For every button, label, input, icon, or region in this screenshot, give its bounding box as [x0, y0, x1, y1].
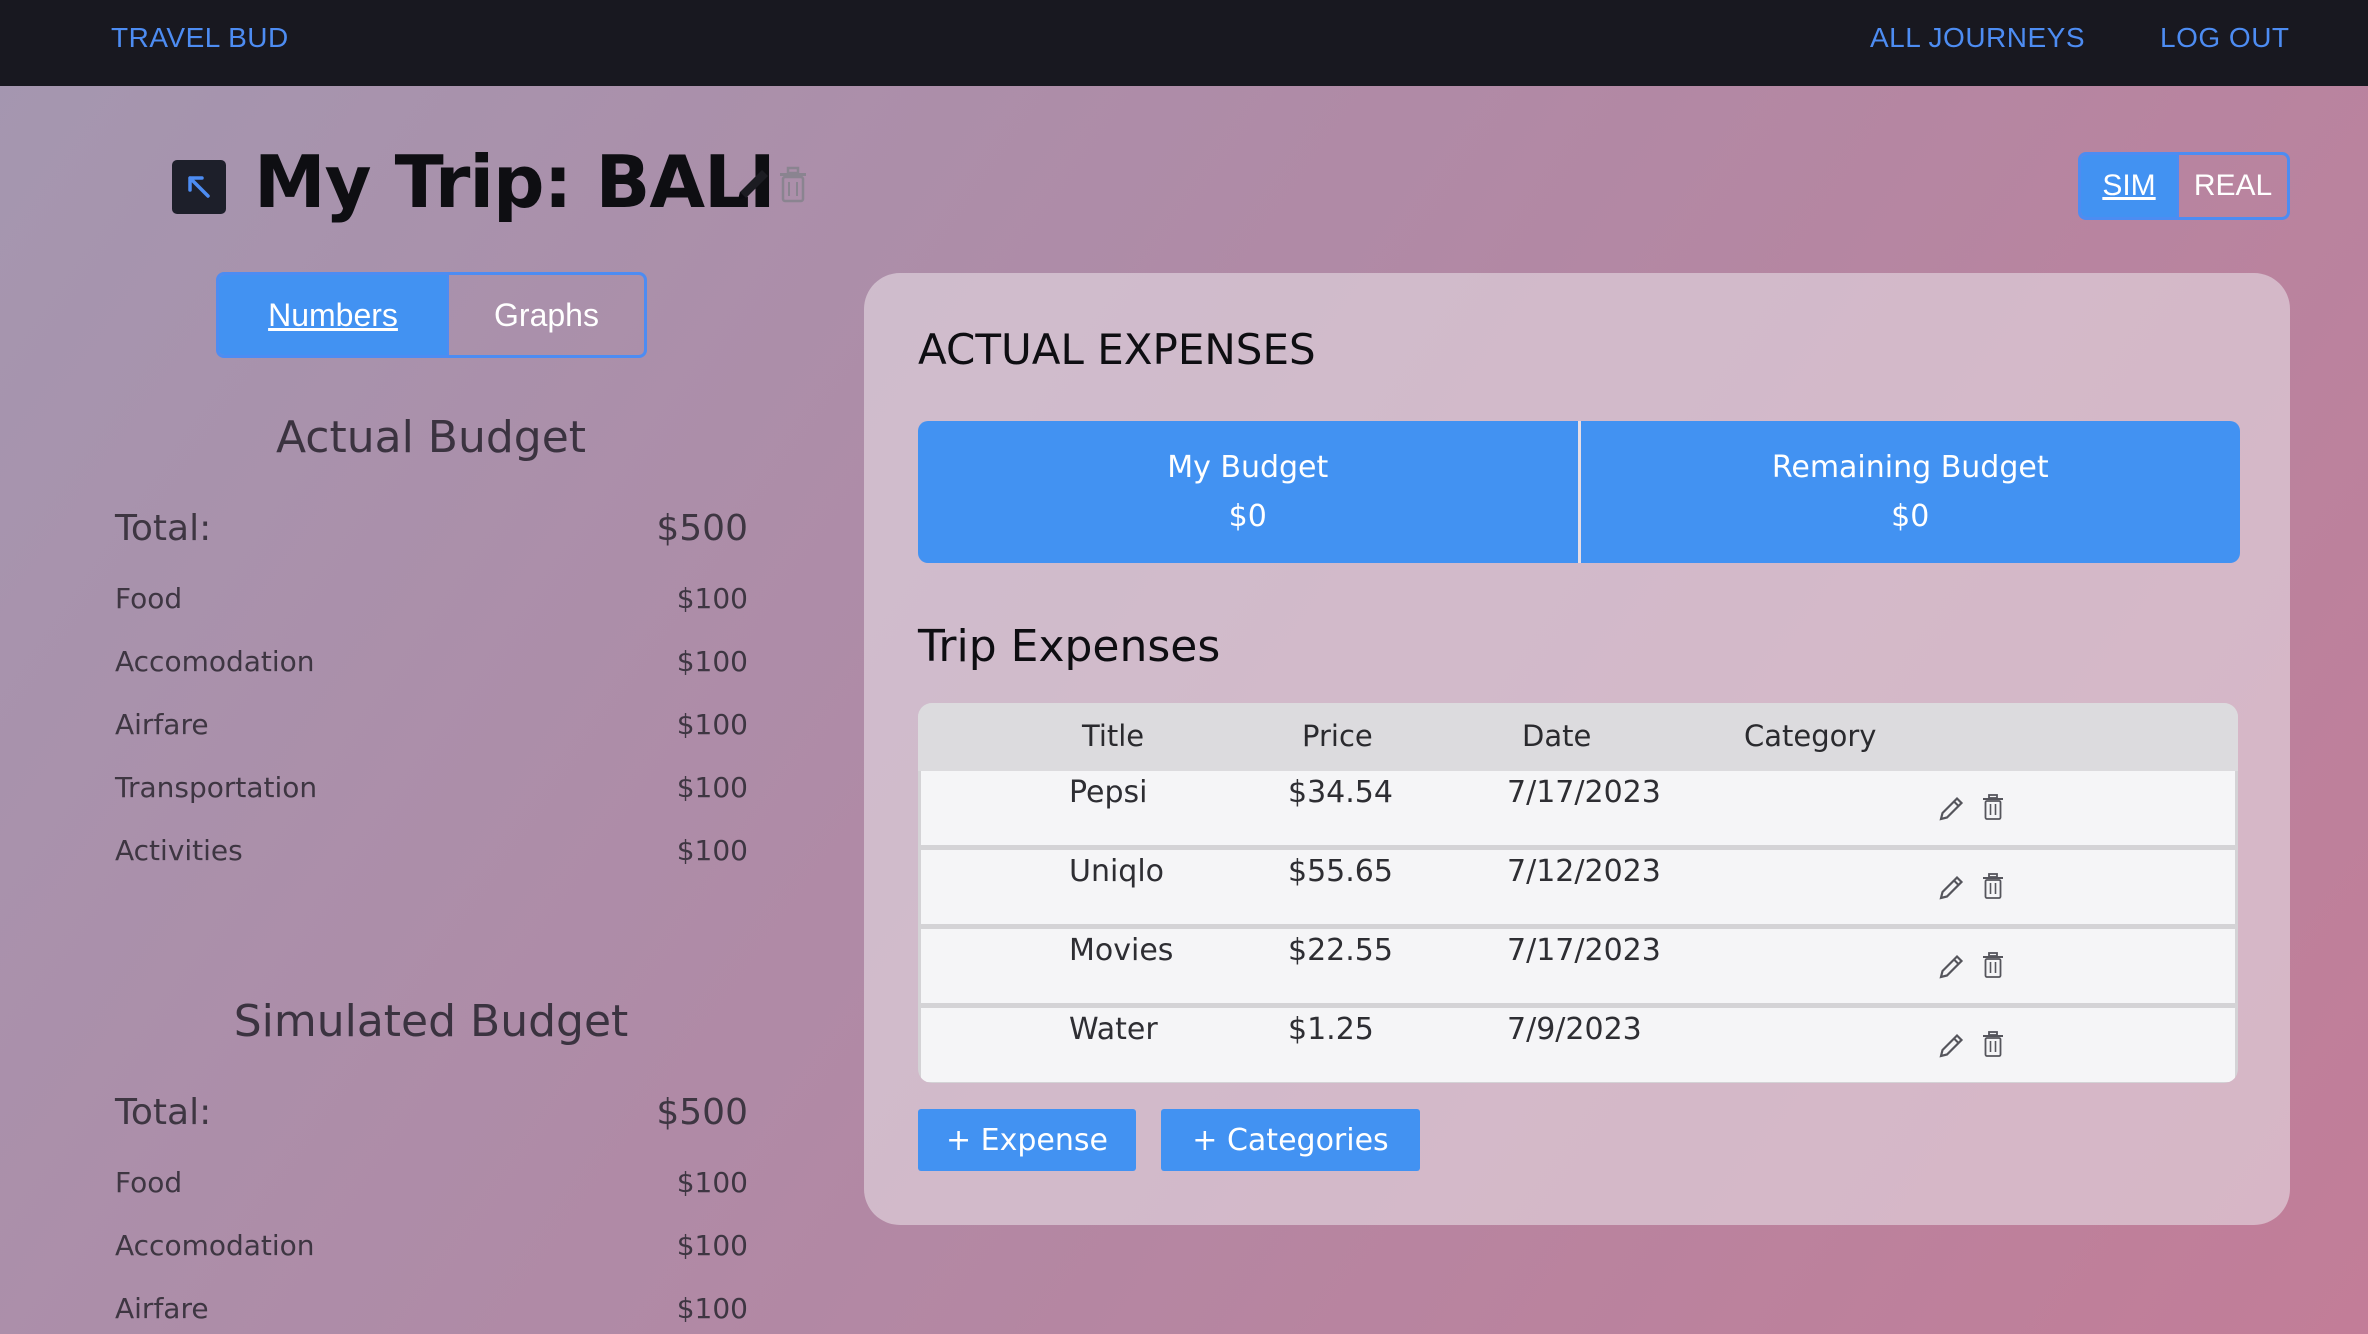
budget-row-value: $100 — [676, 834, 748, 867]
budget-row: Accomodation $100 — [115, 645, 748, 678]
expense-date: 7/17/2023 — [1507, 933, 1661, 968]
sim-toggle-button[interactable]: SIM — [2081, 155, 2179, 217]
table-row: Water $1.25 7/9/2023 — [921, 1008, 2235, 1082]
budget-row-value: $100 — [676, 582, 748, 615]
expense-title: Water — [1069, 1012, 1158, 1047]
budget-row-label: Accomodation — [115, 1229, 315, 1262]
graphs-toggle-button[interactable]: Graphs — [449, 275, 644, 355]
my-budget-card: My Budget $0 — [918, 421, 1581, 563]
expense-date: 7/9/2023 — [1507, 1012, 1642, 1047]
page-title: My Trip: BALI — [254, 140, 776, 224]
brand-link[interactable]: TRAVEL BUD — [111, 22, 289, 54]
budget-row: Food $100 — [115, 582, 748, 615]
column-header-price: Price — [1302, 719, 1373, 753]
trip-expenses-title: Trip Expenses — [918, 621, 1221, 672]
budget-total-value: $500 — [656, 1092, 748, 1133]
expense-title: Movies — [1069, 933, 1174, 968]
expense-date: 7/17/2023 — [1507, 775, 1661, 810]
budget-row-label: Transportation — [115, 771, 318, 804]
expense-date: 7/12/2023 — [1507, 854, 1661, 889]
budget-summary: My Budget $0 Remaining Budget $0 — [918, 421, 2240, 563]
budget-row-value: $100 — [676, 1229, 748, 1262]
budget-row: Accomodation $100 — [115, 1229, 748, 1262]
trash-icon[interactable] — [1981, 872, 2005, 900]
view-toggle: Numbers Graphs — [216, 272, 647, 358]
column-header-category: Category — [1744, 719, 1877, 753]
pencil-icon[interactable] — [1937, 793, 1967, 823]
arrow-up-left-icon — [188, 176, 210, 198]
budget-row: Transportation $100 — [115, 771, 748, 804]
table-row: Uniqlo $55.65 7/12/2023 — [921, 850, 2235, 924]
remaining-budget-value: $0 — [1891, 499, 1930, 534]
budget-row-label: Activities — [115, 834, 243, 867]
table-row: Movies $22.55 7/17/2023 — [921, 929, 2235, 1003]
expense-title: Uniqlo — [1069, 854, 1165, 889]
expense-title: Pepsi — [1069, 775, 1148, 810]
remaining-budget-label: Remaining Budget — [1771, 450, 2049, 485]
numbers-toggle-button[interactable]: Numbers — [219, 275, 449, 355]
budget-total-label: Total: — [115, 508, 212, 549]
budget-row-value: $100 — [676, 645, 748, 678]
my-budget-label: My Budget — [1167, 450, 1329, 485]
pencil-icon[interactable] — [732, 162, 776, 206]
budget-row-value: $100 — [676, 1166, 748, 1199]
column-header-date: Date — [1522, 719, 1592, 753]
trash-icon[interactable] — [1981, 951, 2005, 979]
budget-row-label: Airfare — [115, 1292, 209, 1325]
budget-row: Food $100 — [115, 1166, 748, 1199]
actual-budget-heading: Actual Budget — [275, 412, 587, 463]
log-out-link[interactable]: LOG OUT — [2160, 22, 2290, 54]
budget-row: Airfare $100 — [115, 708, 748, 741]
simulated-budget-total-row: Total: $500 — [115, 1092, 748, 1133]
simulated-budget-heading: Simulated Budget — [233, 996, 629, 1047]
budget-row-value: $100 — [676, 771, 748, 804]
my-budget-value: $0 — [1228, 499, 1267, 534]
budget-row: Activities $100 — [115, 834, 748, 867]
pencil-icon[interactable] — [1937, 951, 1967, 981]
expense-table: Title Price Date Category Pepsi $34.54 7… — [918, 703, 2238, 1083]
pencil-icon[interactable] — [1937, 1030, 1967, 1060]
budget-row-label: Accomodation — [115, 645, 315, 678]
budget-row-value: $100 — [676, 1292, 748, 1325]
budget-row-label: Food — [115, 582, 183, 615]
trash-icon[interactable] — [1981, 1030, 2005, 1058]
trash-icon[interactable] — [776, 164, 810, 204]
table-header: Title Price Date Category — [918, 703, 2238, 771]
actual-budget-total-row: Total: $500 — [115, 508, 748, 549]
sim-real-toggle: SIM REAL — [2078, 152, 2290, 220]
budget-row-label: Food — [115, 1166, 183, 1199]
all-journeys-link[interactable]: ALL JOURNEYS — [1870, 22, 2085, 54]
add-categories-button[interactable]: + Categories — [1161, 1109, 1420, 1171]
budget-row-value: $100 — [676, 708, 748, 741]
actual-expenses-panel: ACTUAL EXPENSES My Budget $0 Remaining B… — [864, 273, 2290, 1225]
budget-total-label: Total: — [115, 1092, 212, 1133]
budget-row-label: Airfare — [115, 708, 209, 741]
trash-icon[interactable] — [1981, 793, 2005, 821]
top-navbar: TRAVEL BUD ALL JOURNEYS LOG OUT — [0, 0, 2368, 86]
back-button[interactable] — [172, 160, 226, 214]
pencil-icon[interactable] — [1937, 872, 1967, 902]
table-row: Pepsi $34.54 7/17/2023 — [921, 771, 2235, 845]
budget-total-value: $500 — [656, 508, 748, 549]
column-header-title: Title — [1082, 719, 1145, 753]
budget-row: Airfare $100 — [115, 1292, 748, 1325]
add-expense-button[interactable]: + Expense — [918, 1109, 1136, 1171]
remaining-budget-card: Remaining Budget $0 — [1581, 421, 2241, 563]
real-toggle-button[interactable]: REAL — [2179, 155, 2287, 217]
expense-price: $34.54 — [1288, 775, 1393, 810]
expense-price: $55.65 — [1288, 854, 1393, 889]
panel-title: ACTUAL EXPENSES — [918, 325, 1316, 374]
expense-price: $22.55 — [1288, 933, 1393, 968]
expense-price: $1.25 — [1288, 1012, 1374, 1047]
